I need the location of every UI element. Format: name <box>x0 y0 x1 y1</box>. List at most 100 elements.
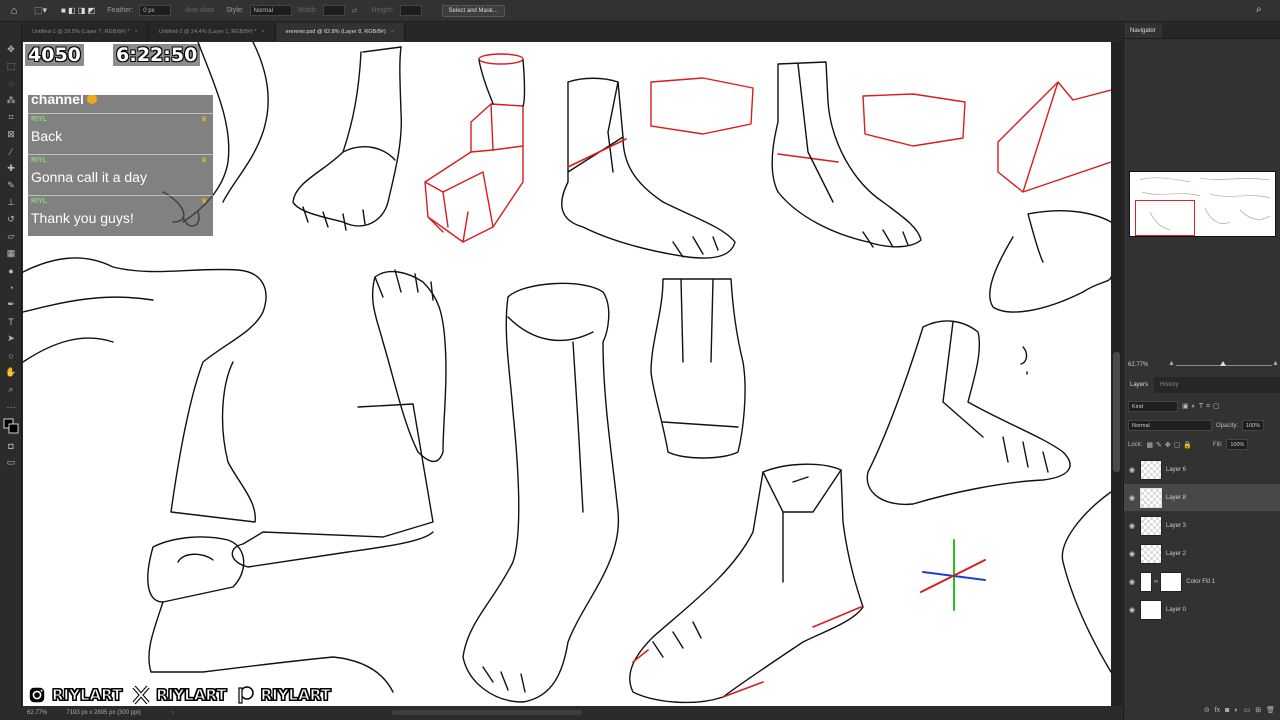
layer-row-layer-2[interactable]: ◉ Layer 2 <box>1124 540 1280 567</box>
zoom-in-icon[interactable]: ▲ <box>1272 360 1279 367</box>
eye-icon[interactable]: ◉ <box>1124 550 1140 558</box>
layer-row-layer-6[interactable]: ◉ Layer 6 <box>1124 456 1280 483</box>
zoom-slider-knob[interactable] <box>1220 361 1226 366</box>
fx-icon[interactable]: fx <box>1215 707 1220 714</box>
brush-tool-icon[interactable]: ✎ <box>0 177 22 194</box>
height-input[interactable] <box>399 5 422 16</box>
status-arrow-icon[interactable]: › <box>172 710 174 716</box>
layer-row-layer-0[interactable]: ◉ Layer 0 <box>1124 596 1280 623</box>
lock-icons[interactable]: ▦✎✥▢🔒 <box>1146 441 1195 449</box>
layer-name[interactable]: Layer 6 <box>1166 467 1186 473</box>
layers-tabs: Layers History <box>1124 377 1280 393</box>
right-panel: Navigator 62.77% ▲ ▲ Layers History Kind… <box>1123 23 1280 720</box>
blend-mode-select[interactable]: Normal <box>1128 420 1212 431</box>
pen-tool-icon[interactable]: ✒ <box>0 296 22 313</box>
tab-untitled-2[interactable]: Untitled-2 @ 24.4% (Layer 1, RGB/8#) * × <box>149 23 276 41</box>
group-icon[interactable]: ▭ <box>1244 706 1251 714</box>
navigator-zoom-row: 62.77% ▲ ▲ <box>1124 358 1280 372</box>
swap-icon[interactable]: ⇄ <box>351 7 357 15</box>
zoom-out-icon[interactable]: ▲ <box>1168 360 1175 367</box>
path-select-icon[interactable]: ➤ <box>0 330 22 347</box>
add-mask-icon[interactable]: ◙ <box>1225 707 1229 714</box>
type-tool-icon[interactable]: T <box>0 313 22 330</box>
style-select[interactable]: Normal <box>249 5 292 16</box>
opacity-label: Opacity: <box>1216 422 1239 429</box>
tab-erererer[interactable]: erererer.psd @ 62.8% (Layer 8, RGB/8#) × <box>275 23 405 41</box>
screen-mode-icon[interactable]: ▭ <box>0 454 22 471</box>
hand-tool-icon[interactable]: ✋ <box>0 364 22 381</box>
kind-label: Kind <box>1132 403 1144 410</box>
tab-navigator[interactable]: Navigator <box>1124 23 1162 38</box>
quick-mask-icon[interactable]: ◘ <box>0 437 22 454</box>
layer-row-layer-3[interactable]: ◉ Layer 3 <box>1124 512 1280 539</box>
eye-icon[interactable]: ◉ <box>1124 578 1140 586</box>
blur-tool-icon[interactable]: ● <box>0 262 22 279</box>
layer-name[interactable]: Layer 8 <box>1166 495 1186 501</box>
tools-panel: ✥ ⬚ ◌ ⁂ ⌗ ⊠ ⁄ ✚ ✎ ⊥ ↺ ▱ ▦ ● ◔ ✒ T ➤ ○ ✋ … <box>0 23 22 708</box>
adjustment-icon[interactable]: ◐ <box>1234 707 1238 714</box>
history-brush-icon[interactable]: ↺ <box>0 211 22 228</box>
tab-history[interactable]: History <box>1154 377 1185 393</box>
close-icon[interactable]: × <box>391 29 394 35</box>
tab-untitled-1[interactable]: Untitled-1 @ 29.5% (Layer 7, RGB/8#) * × <box>22 23 149 41</box>
layer-row-color-fill-1[interactable]: ◉ ∞ Color Fill 1 <box>1124 568 1280 595</box>
eye-icon[interactable]: ◉ <box>1124 606 1140 614</box>
scroll-thumb[interactable] <box>1113 352 1120 472</box>
gradient-tool-icon[interactable]: ▦ <box>0 245 22 262</box>
status-zoom[interactable]: 62.77% <box>22 710 52 716</box>
chat-text: Back <box>31 128 63 144</box>
tab-layers[interactable]: Layers <box>1124 377 1155 393</box>
home-icon[interactable]: ⌂ <box>0 5 28 17</box>
eye-icon[interactable]: ◉ <box>1124 466 1140 474</box>
chat-username: RIYL <box>31 198 47 205</box>
marquee-preset-icon[interactable]: ⬚▾ <box>34 5 47 16</box>
layer-thumbnail <box>1140 459 1162 480</box>
eye-icon[interactable]: ◉ <box>1124 522 1140 530</box>
layer-name[interactable]: Layer 2 <box>1166 551 1186 557</box>
layer-row-layer-8[interactable]: ◉ Layer 8 <box>1124 484 1280 511</box>
width-input[interactable] <box>323 5 346 16</box>
navigator-preview[interactable] <box>1129 171 1276 237</box>
stamp-tool-icon[interactable]: ⊥ <box>0 194 22 211</box>
layer-kind-filter[interactable]: Kind <box>1128 401 1178 412</box>
link-layers-icon[interactable]: ⊝ <box>1204 706 1210 714</box>
healing-tool-icon[interactable]: ✚ <box>0 160 22 177</box>
close-icon[interactable]: × <box>261 29 264 35</box>
color-swatches-icon[interactable] <box>0 415 22 437</box>
dodge-tool-icon[interactable]: ◔ <box>0 279 22 296</box>
shape-tool-icon[interactable]: ○ <box>0 347 22 364</box>
lasso-tool-icon[interactable]: ◌ <box>0 75 22 92</box>
opacity-input[interactable]: 100% <box>1242 420 1265 431</box>
select-and-mask-button[interactable]: Select and Mask... <box>441 4 505 17</box>
layer-name[interactable]: Layer 3 <box>1166 523 1186 529</box>
move-tool-icon[interactable]: ✥ <box>0 41 22 58</box>
eye-icon[interactable]: ◉ <box>1124 494 1140 502</box>
selection-mode-icons[interactable]: ■ ◧ ◨ ◩ <box>61 6 95 15</box>
crop-tool-icon[interactable]: ⌗ <box>0 109 22 126</box>
new-layer-icon[interactable]: ⊞ <box>1255 706 1261 714</box>
stream-counter: 4050 <box>25 44 84 66</box>
chat-message-fragment: channel <box>31 95 97 107</box>
navigator-zoom-value[interactable]: 62.77% <box>1128 362 1148 368</box>
fill-input[interactable]: 100% <box>1226 439 1249 450</box>
horizontal-scrollbar[interactable] <box>392 710 582 715</box>
marquee-tool-icon[interactable]: ⬚ <box>0 58 22 75</box>
magic-wand-tool-icon[interactable]: ⁂ <box>0 92 22 109</box>
close-icon[interactable]: × <box>135 29 138 35</box>
trash-icon[interactable]: 🗑 <box>1266 706 1275 714</box>
navigator-view-box[interactable] <box>1135 200 1195 236</box>
feather-input[interactable]: 0 px <box>139 5 172 16</box>
search-icon[interactable]: ⌕ <box>1256 4 1262 15</box>
eraser-tool-icon[interactable]: ▱ <box>0 228 22 245</box>
more-tools-icon[interactable]: ··· <box>0 398 22 415</box>
frame-tool-icon[interactable]: ⊠ <box>0 126 22 143</box>
vertical-scrollbar[interactable] <box>1111 42 1122 706</box>
instagram-icon <box>26 684 48 706</box>
eyedropper-tool-icon[interactable]: ⁄ <box>0 143 22 160</box>
zoom-tool-icon[interactable]: ⌕ <box>0 381 22 398</box>
antialias-checkbox[interactable]: Anti-alias <box>185 7 214 14</box>
layer-filter-icons[interactable]: ▣◐T⌗▢ <box>1182 402 1223 411</box>
layer-name[interactable]: Layer 0 <box>1166 607 1186 613</box>
layer-name[interactable]: Color Fill 1 <box>1186 579 1215 585</box>
chat-username: RIYL <box>31 157 47 164</box>
